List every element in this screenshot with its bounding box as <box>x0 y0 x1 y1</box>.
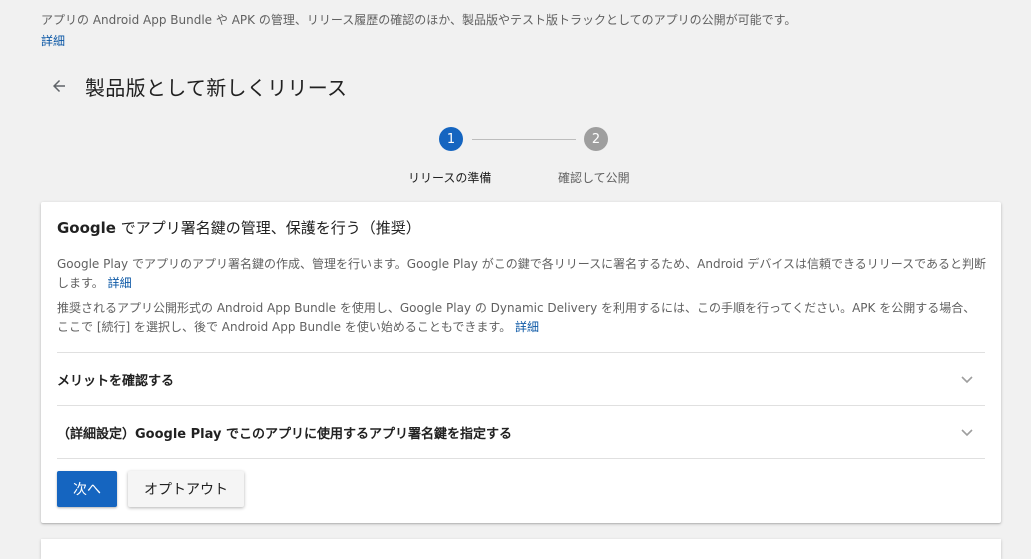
step-connector <box>472 139 576 140</box>
advanced-settings-expander-label: （詳細設定）Google Play でこのアプリに使用するアプリ署名鍵を指定する <box>57 427 512 442</box>
next-button[interactable]: 次へ <box>57 471 117 507</box>
step-1-indicator: 1 <box>439 127 463 151</box>
card-title-brand: Google <box>57 219 116 237</box>
benefits-expander-label: メリットを確認する <box>57 374 175 389</box>
divider <box>57 458 985 459</box>
intro-details-link[interactable]: 詳細 <box>41 32 796 51</box>
card-description-1: Google Play でアプリのアプリ署名鍵の作成、管理を行います。Googl… <box>57 255 987 293</box>
step-1-label: リリースの準備 <box>408 171 492 185</box>
card-title: Google でアプリ署名鍵の管理、保護を行う（推奨） <box>57 217 421 238</box>
step-2-label: 確認して公開 <box>558 171 630 185</box>
chevron-down-icon[interactable] <box>959 424 975 440</box>
app-signing-card: Google でアプリ署名鍵の管理、保護を行う（推奨） Google Play … <box>41 202 1001 523</box>
release-stepper: 1 2 リリースの準備 確認して公開 <box>0 126 1031 186</box>
benefits-expander[interactable]: メリットを確認する <box>57 353 985 405</box>
card-description-2-link[interactable]: 詳細 <box>515 320 539 334</box>
intro-text: アプリの Android App Bundle や APK の管理、リリース履歴… <box>41 13 797 27</box>
card-description-2: 推奨されるアプリ公開形式の Android App Bundle を使用し、Go… <box>57 299 987 337</box>
step-2-indicator: 2 <box>584 127 608 151</box>
back-arrow-icon[interactable] <box>47 74 71 98</box>
next-card <box>41 539 1001 559</box>
advanced-settings-expander[interactable]: （詳細設定）Google Play でこのアプリに使用するアプリ署名鍵を指定する <box>57 406 985 458</box>
card-description-1-link[interactable]: 詳細 <box>108 276 132 290</box>
page-title: 製品版として新しくリリース <box>85 75 348 100</box>
title-row: 製品版として新しくリリース <box>47 70 347 102</box>
card-description-1-text: Google Play でアプリのアプリ署名鍵の作成、管理を行います。Googl… <box>57 257 987 290</box>
chevron-down-icon[interactable] <box>959 371 975 387</box>
card-title-text: でアプリ署名鍵の管理、保護を行う（推奨） <box>115 219 421 237</box>
opt-out-button[interactable]: オプトアウト <box>128 471 244 507</box>
intro-section: アプリの Android App Bundle や APK の管理、リリース履歴… <box>41 11 796 51</box>
